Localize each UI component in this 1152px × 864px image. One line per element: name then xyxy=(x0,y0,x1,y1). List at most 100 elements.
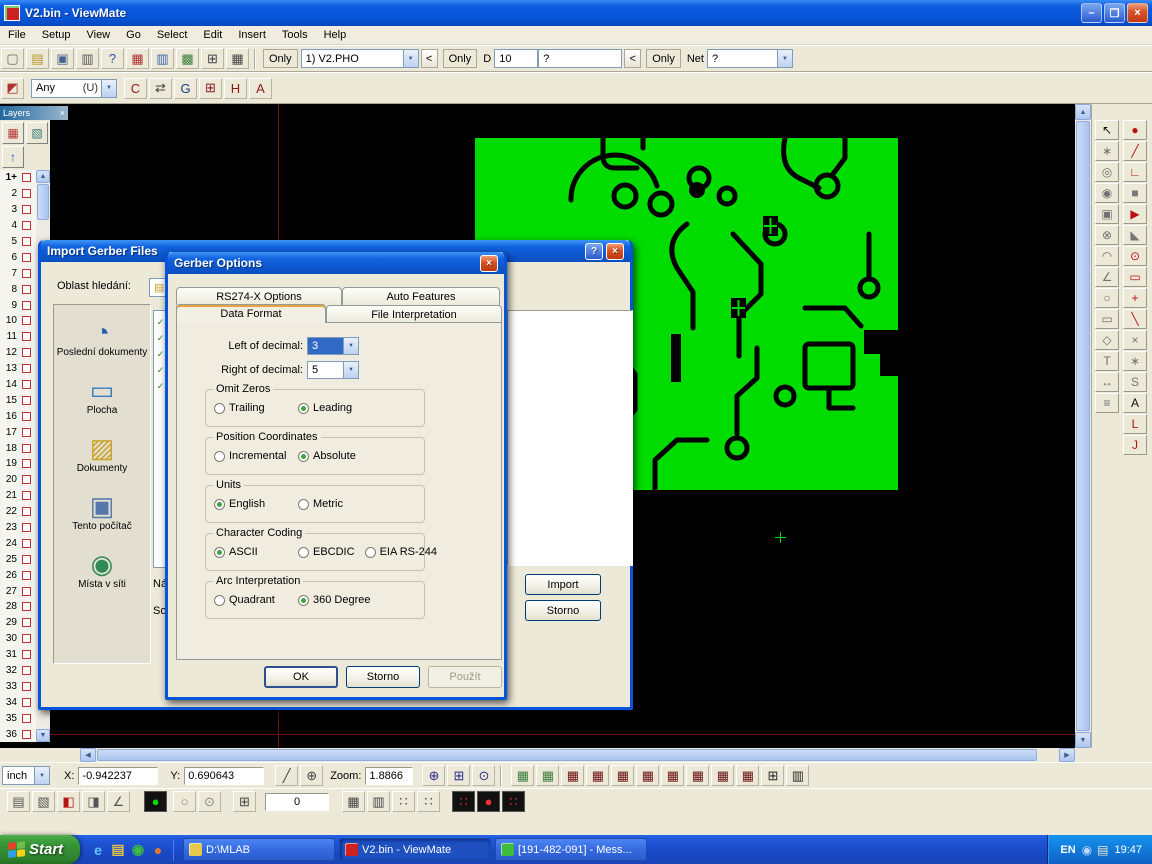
folder-quicklaunch-icon[interactable]: ▤ xyxy=(108,840,128,860)
mirror-x-icon[interactable]: ◧ xyxy=(57,791,80,812)
browser-quicklaunch-icon[interactable]: ● xyxy=(148,840,168,860)
probe-tool-icon[interactable]: ∗ xyxy=(1095,141,1119,161)
layer-row[interactable]: 7 xyxy=(0,265,36,281)
prev-film-button[interactable]: < xyxy=(421,49,438,68)
pad-round-icon[interactable]: ◎ xyxy=(1095,162,1119,182)
menu-item-select[interactable]: Select xyxy=(149,27,196,43)
layer-row[interactable]: 27 xyxy=(0,583,36,599)
radio-trailing[interactable]: Trailing xyxy=(214,402,298,414)
dot-grid1-icon[interactable]: ▦ xyxy=(342,791,365,812)
layer-color-box[interactable] xyxy=(22,555,31,564)
layer-color-box[interactable] xyxy=(22,428,31,437)
radio-incremental[interactable]: Incremental xyxy=(214,450,298,462)
frame-rect-icon[interactable]: ▭ xyxy=(1123,267,1147,287)
menu-item-go[interactable]: Go xyxy=(118,27,149,43)
layer-color-box[interactable] xyxy=(22,364,31,373)
layer-color-box[interactable] xyxy=(22,269,31,278)
layer-row[interactable]: 36 xyxy=(0,726,36,742)
pad-square-icon[interactable]: ▣ xyxy=(1095,204,1119,224)
layer-up-icon[interactable]: ↑ xyxy=(2,146,24,168)
layer-color-box[interactable] xyxy=(22,459,31,468)
layer-color-box[interactable] xyxy=(22,587,31,596)
layer-color-box[interactable] xyxy=(22,602,31,611)
chevron-down-icon[interactable]: ▼ xyxy=(343,362,358,378)
layer-film-icon[interactable]: ▦ xyxy=(2,122,24,144)
cross-pad-icon[interactable]: + xyxy=(1123,288,1147,308)
minimize-button[interactable]: – xyxy=(1081,3,1102,23)
radio-eia-rs-244[interactable]: EIA RS-244 xyxy=(365,546,437,558)
layer-row[interactable]: 26 xyxy=(0,567,36,583)
lamp-probe-icon[interactable]: ⊙ xyxy=(198,791,221,812)
layer-row[interactable]: 9 xyxy=(0,297,36,313)
layer-row[interactable]: 29 xyxy=(0,615,36,631)
stack-tool-icon[interactable]: ≡ xyxy=(1095,393,1119,413)
tab-file-interpretation[interactable]: File Interpretation xyxy=(326,305,502,323)
place-network[interactable]: ◉Místa v síti xyxy=(56,549,148,590)
only-film-toggle[interactable]: Only xyxy=(263,49,298,68)
horizontal-scrollbar[interactable]: ◀ ▶ xyxy=(0,748,1152,762)
layer-row[interactable]: 1+ xyxy=(0,170,36,186)
layer-row[interactable]: 17 xyxy=(0,424,36,440)
layer-color-box[interactable] xyxy=(22,682,31,691)
film-table6-icon[interactable]: ▦ xyxy=(686,765,709,786)
frame-grid-icon[interactable]: ▦ xyxy=(511,765,534,786)
film-neg-icon[interactable]: ▤ xyxy=(7,791,30,812)
close-button[interactable]: × xyxy=(1127,3,1148,23)
layer-row[interactable]: 8 xyxy=(0,281,36,297)
layer-color-box[interactable] xyxy=(22,666,31,675)
layer-color-box[interactable] xyxy=(22,173,31,182)
radio-english[interactable]: English xyxy=(214,498,298,510)
scroll-up-arrow-icon[interactable]: ▲ xyxy=(36,170,50,183)
layer-color-box[interactable] xyxy=(22,650,31,659)
save-icon[interactable]: ▣ xyxy=(51,48,74,69)
layer-row[interactable]: 22 xyxy=(0,504,36,520)
prev-dcode-button[interactable]: < xyxy=(624,49,641,68)
task-mlab[interactable]: D:\MLAB xyxy=(183,838,335,861)
horizontal-scroll-thumb[interactable] xyxy=(97,749,1037,761)
tab-rs274x-options[interactable]: RS274-X Options xyxy=(176,287,342,305)
layer-color-box[interactable] xyxy=(22,189,31,198)
black-grid2-icon[interactable]: ▥ xyxy=(786,765,809,786)
layer-color-box[interactable] xyxy=(22,491,31,500)
menu-item-insert[interactable]: Insert xyxy=(230,27,274,43)
task-viewmate[interactable]: V2.bin - ViewMate xyxy=(339,838,491,861)
layer-color-box[interactable] xyxy=(22,332,31,341)
layer-color-box[interactable] xyxy=(22,698,31,707)
layer-row[interactable]: 15 xyxy=(0,392,36,408)
chevron-down-icon[interactable]: ▼ xyxy=(343,338,358,354)
a-text-icon[interactable]: A xyxy=(249,78,272,99)
menu-item-setup[interactable]: Setup xyxy=(34,27,79,43)
swap-grid-icon[interactable]: ⇄ xyxy=(149,78,172,99)
layer-color-box[interactable] xyxy=(22,205,31,214)
cancel-button[interactable]: Storno xyxy=(525,600,601,621)
layer-row[interactable]: 31 xyxy=(0,647,36,663)
dcode-filter-input[interactable]: ? xyxy=(538,49,622,68)
update-quicklaunch-icon[interactable]: ◉ xyxy=(128,840,148,860)
tab-auto-features[interactable]: Auto Features xyxy=(342,287,500,305)
scroll-up-arrow-icon[interactable]: ▲ xyxy=(1075,104,1091,120)
task-messenger[interactable]: [191-482-091] - Mess... xyxy=(495,838,647,861)
new-file-icon[interactable]: ▢ xyxy=(1,48,24,69)
vertical-scroll-thumb[interactable] xyxy=(1076,121,1090,731)
layer-row[interactable]: 5 xyxy=(0,234,36,250)
radio-metric[interactable]: Metric xyxy=(298,498,343,510)
rect-tool-icon[interactable]: ▭ xyxy=(1095,309,1119,329)
dcode-input[interactable]: 10 xyxy=(494,49,538,68)
layer-row[interactable]: 28 xyxy=(0,599,36,615)
layer-color-box[interactable] xyxy=(22,618,31,627)
layer-color-box[interactable] xyxy=(22,412,31,421)
tab-data-format[interactable]: Data Format xyxy=(176,304,326,323)
radio-ascii[interactable]: ASCII xyxy=(214,546,298,558)
pad-donut-icon[interactable]: ◉ xyxy=(1095,183,1119,203)
radio-360-degree[interactable]: 360 Degree xyxy=(298,594,371,606)
curve-tool-icon[interactable]: S xyxy=(1123,372,1147,392)
poly-tool-icon[interactable]: ◇ xyxy=(1095,330,1119,350)
layer-color-box[interactable] xyxy=(22,380,31,389)
menu-item-file[interactable]: File xyxy=(0,27,34,43)
film-select-icon[interactable]: ▦ xyxy=(126,48,149,69)
apply-button[interactable]: Použít xyxy=(428,666,502,688)
zoom-point-icon[interactable]: ⊙ xyxy=(472,765,495,786)
layer-row[interactable]: 3 xyxy=(0,202,36,218)
mirror-y-icon[interactable]: ◨ xyxy=(82,791,105,812)
start-button[interactable]: Start xyxy=(0,835,80,864)
